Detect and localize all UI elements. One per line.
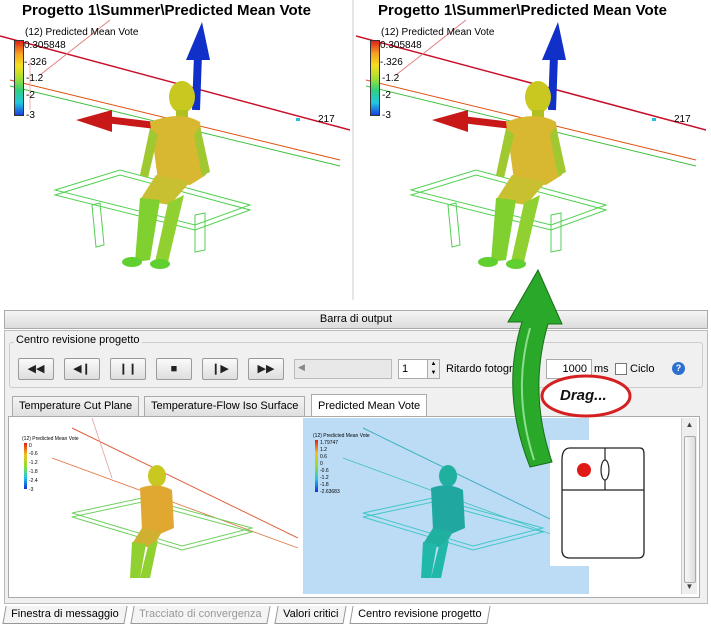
- rewind-button[interactable]: ◀◀: [18, 358, 54, 380]
- scroll-thumb[interactable]: [684, 436, 696, 583]
- tab-predicted-mean-vote[interactable]: Predicted Mean Vote: [311, 394, 428, 417]
- legend-tick: -2: [382, 90, 391, 101]
- pause-button[interactable]: ❙❙: [110, 358, 146, 380]
- thumbnail-scrollbar[interactable]: ▲ ▼: [681, 418, 697, 594]
- help-icon[interactable]: ?: [672, 362, 685, 375]
- frame-slider[interactable]: ◀: [294, 359, 392, 379]
- legend-title: (12) Predicted Mean Vote: [381, 27, 495, 38]
- legend-tick: -.326: [24, 57, 47, 68]
- step-back-icon: ◀❙: [73, 363, 91, 375]
- drag-hint-label: Drag...: [560, 387, 607, 404]
- legend-color-bar: [370, 40, 380, 116]
- tab-message-window[interactable]: Finestra di messaggio: [2, 606, 128, 624]
- legend-color-bar: [14, 40, 24, 116]
- legend-tick: -1.2: [382, 73, 400, 84]
- thumb-tick: 1.79747: [320, 440, 339, 446]
- tab-label: Centro revisione progetto: [358, 608, 482, 620]
- fast-forward-icon: ▶▶: [257, 363, 275, 375]
- thumb-tick: -1.2: [29, 460, 38, 466]
- pause-icon: ❙❙: [118, 363, 138, 375]
- view-divider[interactable]: [352, 0, 354, 300]
- scroll-up-icon[interactable]: ▲: [682, 418, 697, 432]
- thumb-tick: 0.6: [320, 454, 327, 460]
- fast-forward-button[interactable]: ▶▶: [248, 358, 284, 380]
- viewport-right[interactable]: Progetto 1\Summer\Predicted Mean Vote (1…: [356, 0, 706, 300]
- tab-label: Tracciato di convergenza: [139, 608, 262, 620]
- legend-tick: 0.305848: [380, 40, 422, 51]
- scroll-down-icon[interactable]: ▼: [682, 580, 697, 594]
- thumbnail-1-scene: [51, 418, 298, 578]
- stop-button[interactable]: ■: [156, 358, 192, 380]
- legend-tick: -3: [382, 110, 391, 121]
- thumbnail-1[interactable]: (12) Predicted Mean Vote 0 -0.6 -1.2 -1.…: [12, 418, 298, 594]
- step-back-button[interactable]: ◀❙: [64, 358, 100, 380]
- thumb-tick: -2.4: [29, 478, 38, 484]
- thumb-tick: -2.63683: [320, 489, 340, 495]
- thumb-tick: -1.8: [29, 469, 38, 475]
- slider-left-arrow-icon: ◀: [298, 362, 305, 372]
- axis-label: 217: [318, 114, 335, 125]
- legend-tick: -1.2: [26, 73, 44, 84]
- tab-label: Finestra di messaggio: [11, 608, 119, 620]
- group-label: Centro revisione progetto: [14, 334, 142, 346]
- tab-convergence-plot[interactable]: Tracciato di convergenza: [130, 606, 271, 624]
- thumb-legend-title: (12) Predicted Mean Vote: [22, 436, 79, 442]
- thumb-tick: 0: [29, 443, 32, 449]
- thumb-tick: -0.6: [29, 451, 38, 457]
- thumb-tick: 0: [320, 461, 323, 467]
- output-bar-button[interactable]: Barra di output: [4, 310, 708, 329]
- thumb-legend-bar: [24, 443, 27, 489]
- stop-icon: ■: [170, 363, 178, 375]
- thumb-legend-title: (12) Predicted Mean Vote: [313, 433, 370, 439]
- thumb-tick: -1.8: [320, 482, 329, 488]
- axis-label: 217: [674, 114, 691, 125]
- legend-tick: -3: [26, 110, 35, 121]
- rewind-icon: ◀◀: [27, 363, 45, 375]
- step-forward-button[interactable]: ❙▶: [202, 358, 238, 380]
- frame-value: 1: [402, 363, 409, 375]
- drag-arrow-icon: [507, 268, 563, 468]
- thumb-tick: 1.2: [320, 447, 327, 453]
- legend-tick: -.326: [380, 57, 403, 68]
- tab-label: Valori critici: [283, 608, 339, 620]
- tab-temperature-cut-plane[interactable]: Temperature Cut Plane: [12, 396, 140, 416]
- thumb-tick: -1.2: [320, 475, 329, 481]
- tab-critical-values[interactable]: Valori critici: [274, 606, 348, 624]
- view-title: Progetto 1\Summer\Predicted Mean Vote: [22, 2, 311, 19]
- thumb-legend-bar: [315, 440, 318, 492]
- legend-tick: -2: [26, 90, 35, 101]
- tab-review-center[interactable]: Centro revisione progetto: [349, 606, 491, 624]
- loop-label: Ciclo: [630, 363, 655, 375]
- tab-temperature-flow-iso-surface[interactable]: Temperature-Flow Iso Surface: [144, 396, 306, 416]
- step-forward-icon: ❙▶: [211, 363, 229, 375]
- view-title: Progetto 1\Summer\Predicted Mean Vote: [378, 2, 667, 19]
- spinner-arrows-icon[interactable]: ▲ ▼: [427, 360, 439, 378]
- viewport-left[interactable]: Progetto 1\Summer\Predicted Mean Vote (1…: [0, 0, 350, 300]
- frame-spinner[interactable]: 1 ▲ ▼: [398, 359, 440, 379]
- legend-title: (12) Predicted Mean Vote: [25, 27, 139, 38]
- legend-tick: 0.305848: [24, 40, 66, 51]
- thumb-tick: -0.6: [320, 468, 329, 474]
- thumb-tick: -3: [29, 487, 34, 493]
